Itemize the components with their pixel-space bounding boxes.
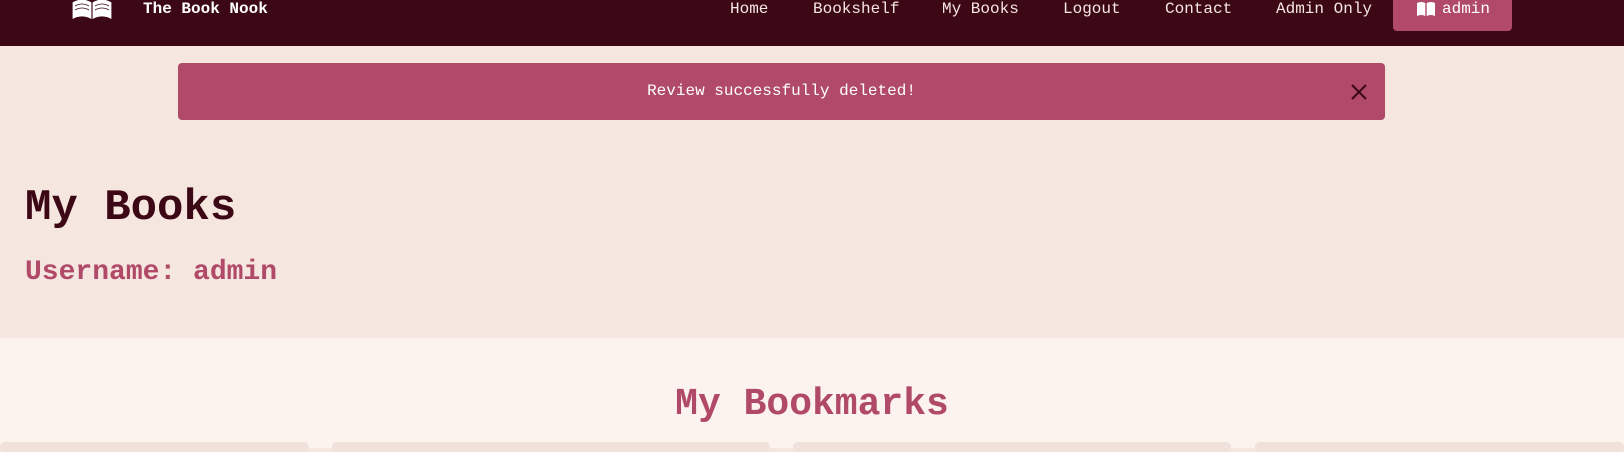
alert-banner: Review successfully deleted! — [178, 63, 1385, 120]
bookmark-card[interactable] — [793, 442, 1231, 452]
nav-link-contact[interactable]: Contact — [1165, 0, 1232, 18]
bookmark-card[interactable] — [0, 442, 309, 452]
user-menu-label: admin — [1442, 0, 1491, 18]
brand-name[interactable]: The Book Nook — [143, 0, 268, 18]
open-book-logo-icon[interactable] — [70, 0, 114, 26]
close-icon[interactable] — [1350, 83, 1368, 101]
bookmarks-section: My Bookmarks — [0, 338, 1624, 448]
nav-link-admin-only[interactable]: Admin Only — [1276, 0, 1372, 18]
bookmarks-title: My Bookmarks — [675, 383, 949, 426]
alert-message: Review successfully deleted! — [647, 82, 916, 100]
nav-link-my-books[interactable]: My Books — [942, 0, 1019, 18]
bookmark-card[interactable] — [332, 442, 770, 452]
bookmark-card[interactable] — [1255, 442, 1624, 452]
nav-link-home[interactable]: Home — [730, 0, 768, 18]
nav-link-bookshelf[interactable]: Bookshelf — [813, 0, 899, 18]
nav-link-logout[interactable]: Logout — [1063, 0, 1121, 18]
username-heading: Username: admin — [25, 257, 278, 288]
book-icon — [1417, 2, 1435, 16]
page-title: My Books — [25, 183, 237, 233]
navbar: The Book Nook Home Bookshelf My Books Lo… — [0, 0, 1624, 46]
user-menu-button[interactable]: admin — [1393, 0, 1512, 31]
